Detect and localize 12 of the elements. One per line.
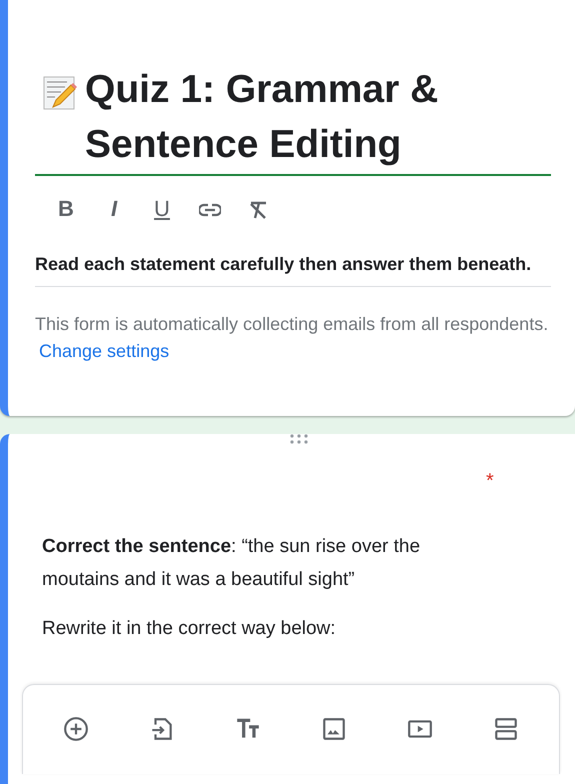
- question-text[interactable]: Correct the sentence: “the sun rise over the moutains and it was a beautiful sight”: [42, 530, 575, 596]
- memo-pencil-icon: [43, 76, 77, 110]
- italic-button[interactable]: I: [101, 198, 127, 220]
- form-title[interactable]: Quiz 1: Grammar & Sentence Editing: [85, 62, 551, 172]
- question-instruction: Rewrite it in the correct way below:: [42, 617, 337, 641]
- bold-button[interactable]: B: [53, 198, 79, 220]
- drag-handle-icon[interactable]: [290, 434, 308, 444]
- underline-button[interactable]: U: [149, 198, 175, 220]
- form-description[interactable]: Read each statement carefully then answer them beneath.: [35, 250, 551, 287]
- email-notice: This form is automatically collecting emails from all respondents. Change settings: [35, 313, 550, 363]
- change-settings-link[interactable]: Change settings: [39, 341, 170, 361]
- required-mark: *: [486, 469, 494, 494]
